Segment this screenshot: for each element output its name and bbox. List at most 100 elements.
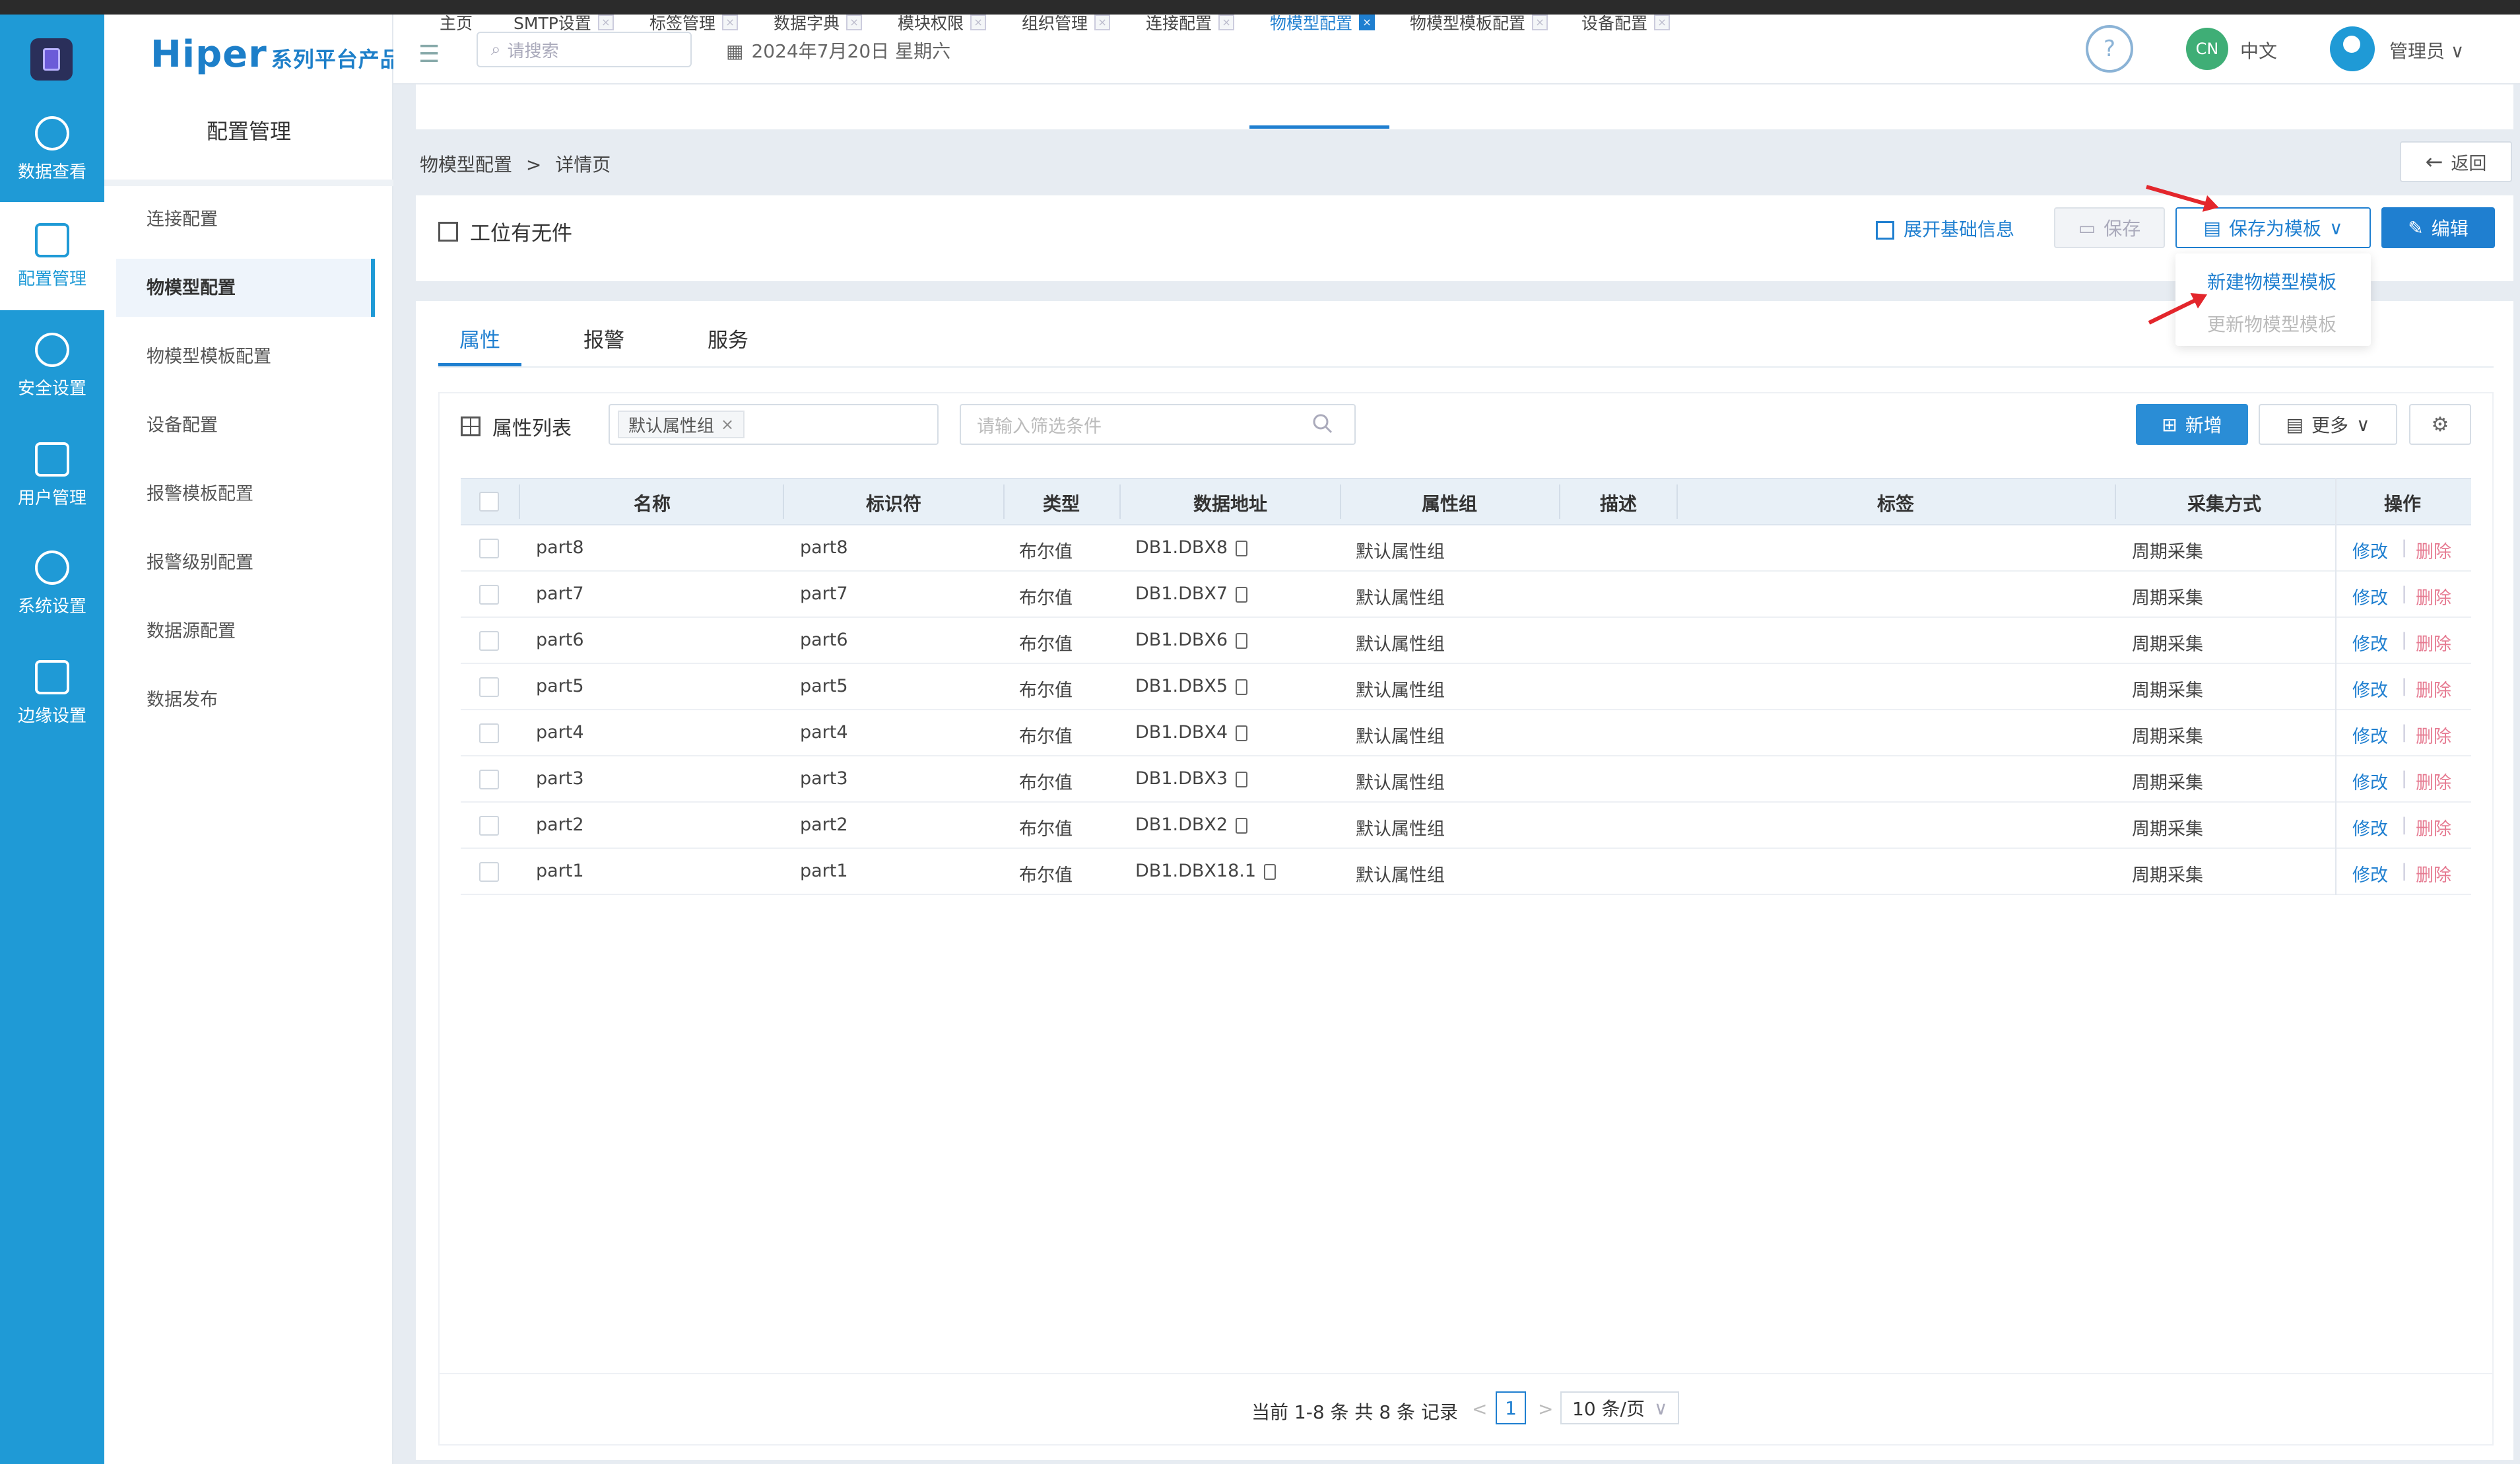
delete-row-button[interactable]: 删除 <box>2416 768 2451 794</box>
close-icon[interactable]: × <box>1654 15 1671 30</box>
sidebar-item-7[interactable]: 数据发布 <box>147 685 218 711</box>
back-button[interactable]: ← 返回 <box>2400 141 2512 182</box>
column-header-2[interactable]: 类型 <box>1043 490 1080 516</box>
page-number-1[interactable]: 1 <box>1496 1391 1526 1424</box>
delete-row-button[interactable]: 删除 <box>2416 537 2451 563</box>
copy-icon[interactable] <box>1236 540 1248 556</box>
edit-row-button[interactable]: 修改 <box>2352 861 2388 886</box>
tab-alarms[interactable]: 报警 <box>583 323 624 353</box>
delete-row-button[interactable]: 删除 <box>2416 722 2451 748</box>
row-checkbox[interactable] <box>479 677 499 697</box>
save-button[interactable]: ▭ 保存 <box>2054 207 2165 248</box>
sidebar-item-2[interactable]: 物模型模板配置 <box>147 342 271 368</box>
delete-row-button[interactable]: 删除 <box>2416 861 2451 886</box>
tab-9[interactable]: 设备配置 × <box>1581 11 1671 34</box>
close-icon[interactable]: × <box>1094 15 1111 30</box>
row-checkbox[interactable] <box>479 539 499 558</box>
close-icon[interactable]: × <box>846 15 863 30</box>
expand-basic-info-button[interactable]: 展开基础信息 <box>1876 215 2014 242</box>
column-header-6[interactable]: 标签 <box>1877 490 1914 516</box>
tab-3[interactable]: 数据字典 × <box>774 11 863 34</box>
user-menu[interactable]: 管理员 ∨ <box>2389 37 2464 63</box>
gear-icon[interactable]: ⚙ <box>2409 404 2471 445</box>
more-button[interactable]: ▤ 更多 ∨ <box>2259 404 2397 445</box>
avatar[interactable] <box>2330 26 2375 71</box>
sidebar-item-1[interactable]: 物模型配置 <box>147 273 236 299</box>
add-button[interactable]: ⊞ 新增 <box>2136 404 2248 445</box>
filter-input[interactable]: 请输入筛选条件 <box>960 404 1356 445</box>
menu-item-new-template[interactable]: 新建物模型模板 <box>2207 268 2337 294</box>
column-header-8[interactable]: 操作 <box>2384 490 2421 516</box>
close-icon[interactable]: × <box>1359 15 1376 30</box>
close-icon[interactable]: × <box>597 15 614 30</box>
search-icon[interactable] <box>1312 413 1333 434</box>
delete-row-button[interactable]: 删除 <box>2416 630 2451 655</box>
copy-icon[interactable] <box>1236 632 1248 649</box>
tab-services[interactable]: 服务 <box>708 323 748 353</box>
row-checkbox[interactable] <box>479 862 499 882</box>
tab-2[interactable]: 标签管理 × <box>649 11 739 34</box>
sidebar-item-0[interactable]: 连接配置 <box>147 205 218 230</box>
edit-row-button[interactable]: 修改 <box>2352 583 2388 609</box>
tab-attributes[interactable]: 属性 <box>459 323 500 353</box>
sidebar-item-4[interactable]: 报警模板配置 <box>147 479 253 505</box>
search-input[interactable]: ⌕ 请搜索 <box>477 32 692 67</box>
edit-row-button[interactable]: 修改 <box>2352 768 2388 794</box>
rail-item-security[interactable]: 安全设置 <box>0 312 104 420</box>
column-header-5[interactable]: 描述 <box>1600 490 1637 516</box>
row-checkbox[interactable] <box>479 723 499 743</box>
tab-1[interactable]: SMTP设置 × <box>514 11 614 34</box>
copy-icon[interactable] <box>1236 725 1248 741</box>
menu-toggle-icon[interactable]: ☰ <box>418 41 440 68</box>
rail-item-data-view[interactable]: 数据查看 <box>0 95 104 203</box>
delete-row-button[interactable]: 删除 <box>2416 676 2451 702</box>
column-header-7[interactable]: 采集方式 <box>2187 490 2261 516</box>
edit-row-button[interactable]: 修改 <box>2352 630 2388 655</box>
delete-row-button[interactable]: 删除 <box>2416 815 2451 840</box>
copy-icon[interactable] <box>1236 771 1248 787</box>
menu-item-update-template[interactable]: 更新物模型模板 <box>2207 310 2337 337</box>
copy-icon[interactable] <box>1264 863 1277 880</box>
row-checkbox[interactable] <box>479 816 499 836</box>
tab-5[interactable]: 组织管理 × <box>1022 11 1111 34</box>
sidebar-item-5[interactable]: 报警级别配置 <box>147 548 253 574</box>
edit-button[interactable]: ✎ 编辑 <box>2381 207 2495 248</box>
save-as-template-button[interactable]: ▤ 保存为模板 ∨ <box>2175 207 2371 248</box>
rail-item-config[interactable]: 配置管理 <box>0 202 104 310</box>
select-all-checkbox[interactable] <box>479 492 499 512</box>
column-header-3[interactable]: 数据地址 <box>1193 490 1267 516</box>
close-icon[interactable]: × <box>722 15 739 30</box>
help-icon[interactable]: ? <box>2086 25 2133 73</box>
tab-7[interactable]: 物模型配置 × <box>1270 11 1376 34</box>
prev-page-button[interactable]: < <box>1472 1398 1487 1420</box>
tab-4[interactable]: 模块权限 × <box>898 11 987 34</box>
delete-row-button[interactable]: 删除 <box>2416 583 2451 609</box>
close-icon[interactable]: × <box>1218 15 1235 30</box>
row-checkbox[interactable] <box>479 585 499 605</box>
page-size-select[interactable]: 10 条/页 ∨ <box>1560 1391 1679 1424</box>
edit-row-button[interactable]: 修改 <box>2352 537 2388 563</box>
edit-row-button[interactable]: 修改 <box>2352 815 2388 840</box>
column-header-0[interactable]: 名称 <box>634 490 671 516</box>
copy-icon[interactable] <box>1236 679 1248 695</box>
copy-icon[interactable] <box>1236 586 1248 603</box>
tab-8[interactable]: 物模型模板配置 × <box>1410 11 1548 34</box>
edit-row-button[interactable]: 修改 <box>2352 722 2388 748</box>
language-badge[interactable]: CN <box>2186 28 2228 70</box>
tab-0[interactable]: 主页 <box>440 11 473 34</box>
row-checkbox[interactable] <box>479 631 499 651</box>
breadcrumb-parent[interactable]: 物模型配置 <box>420 154 512 176</box>
close-icon[interactable]: × <box>721 415 734 434</box>
rail-item-system[interactable]: 系统设置 <box>0 529 104 638</box>
edit-row-button[interactable]: 修改 <box>2352 676 2388 702</box>
column-header-4[interactable]: 属性组 <box>1422 490 1477 516</box>
close-icon[interactable]: × <box>970 15 987 30</box>
rail-item-edge[interactable]: 边缘设置 <box>0 639 104 747</box>
sidebar-item-6[interactable]: 数据源配置 <box>147 616 236 642</box>
column-header-1[interactable]: 标识符 <box>866 490 921 516</box>
rail-item-users[interactable]: 用户管理 <box>0 421 104 529</box>
sidebar-item-3[interactable]: 设备配置 <box>147 411 218 436</box>
language-label[interactable]: 中文 <box>2240 37 2277 63</box>
copy-icon[interactable] <box>1236 817 1248 834</box>
tab-6[interactable]: 连接配置 × <box>1146 11 1235 34</box>
